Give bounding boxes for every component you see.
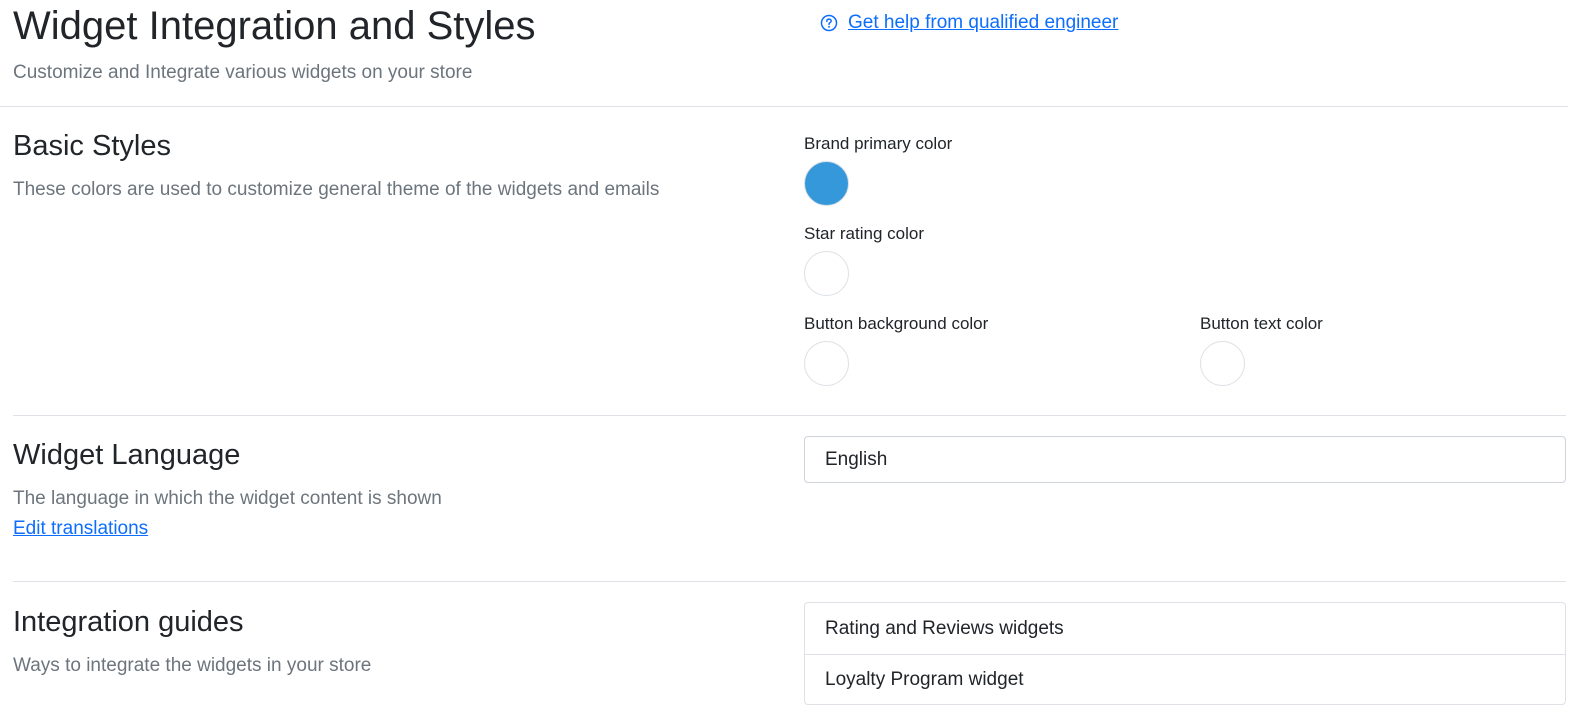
button-text-color-swatch[interactable] — [1200, 341, 1245, 386]
star-rating-color-swatch[interactable] — [804, 251, 849, 296]
guide-item-rating-reviews[interactable]: Rating and Reviews widgets — [805, 603, 1565, 654]
integration-guides-title: Integration guides — [13, 606, 244, 638]
page-header: Widget Integration and Styles Customize … — [0, 0, 1568, 107]
widget-language-title: Widget Language — [13, 439, 241, 471]
list-item-label: Rating and Reviews widgets — [825, 617, 1064, 639]
button-background-color-label: Button background color — [804, 314, 989, 333]
page-subtitle: Customize and Integrate various widgets … — [13, 62, 473, 83]
widget-language-description: The language in which the widget content… — [13, 488, 442, 509]
question-circle-icon — [820, 14, 838, 32]
help-link-label: Get help from qualified engineer — [848, 12, 1119, 33]
basic-styles-description: These colors are used to customize gener… — [13, 179, 660, 200]
integration-guides-description: Ways to integrate the widgets in your st… — [13, 655, 372, 676]
brand-primary-color-label: Brand primary color — [804, 134, 953, 153]
language-select-value: English — [825, 448, 888, 470]
section-divider — [13, 581, 1566, 582]
guide-item-loyalty-program[interactable]: Loyalty Program widget — [805, 654, 1565, 705]
button-text-color-label: Button text color — [1200, 314, 1323, 333]
integration-guides-list: Rating and Reviews widgets Loyalty Progr… — [804, 602, 1566, 705]
brand-primary-color-swatch[interactable] — [804, 161, 849, 206]
button-background-color-swatch[interactable] — [804, 341, 849, 386]
list-item-label: Loyalty Program widget — [825, 669, 1024, 690]
basic-styles-title: Basic Styles — [13, 130, 171, 162]
help-link[interactable]: Get help from qualified engineer — [820, 12, 1118, 34]
page-title: Widget Integration and Styles — [13, 4, 536, 48]
section-divider — [13, 415, 1566, 416]
edit-translations-link[interactable]: Edit translations — [13, 518, 148, 540]
language-select[interactable]: English — [804, 436, 1566, 483]
star-rating-color-label: Star rating color — [804, 224, 924, 243]
